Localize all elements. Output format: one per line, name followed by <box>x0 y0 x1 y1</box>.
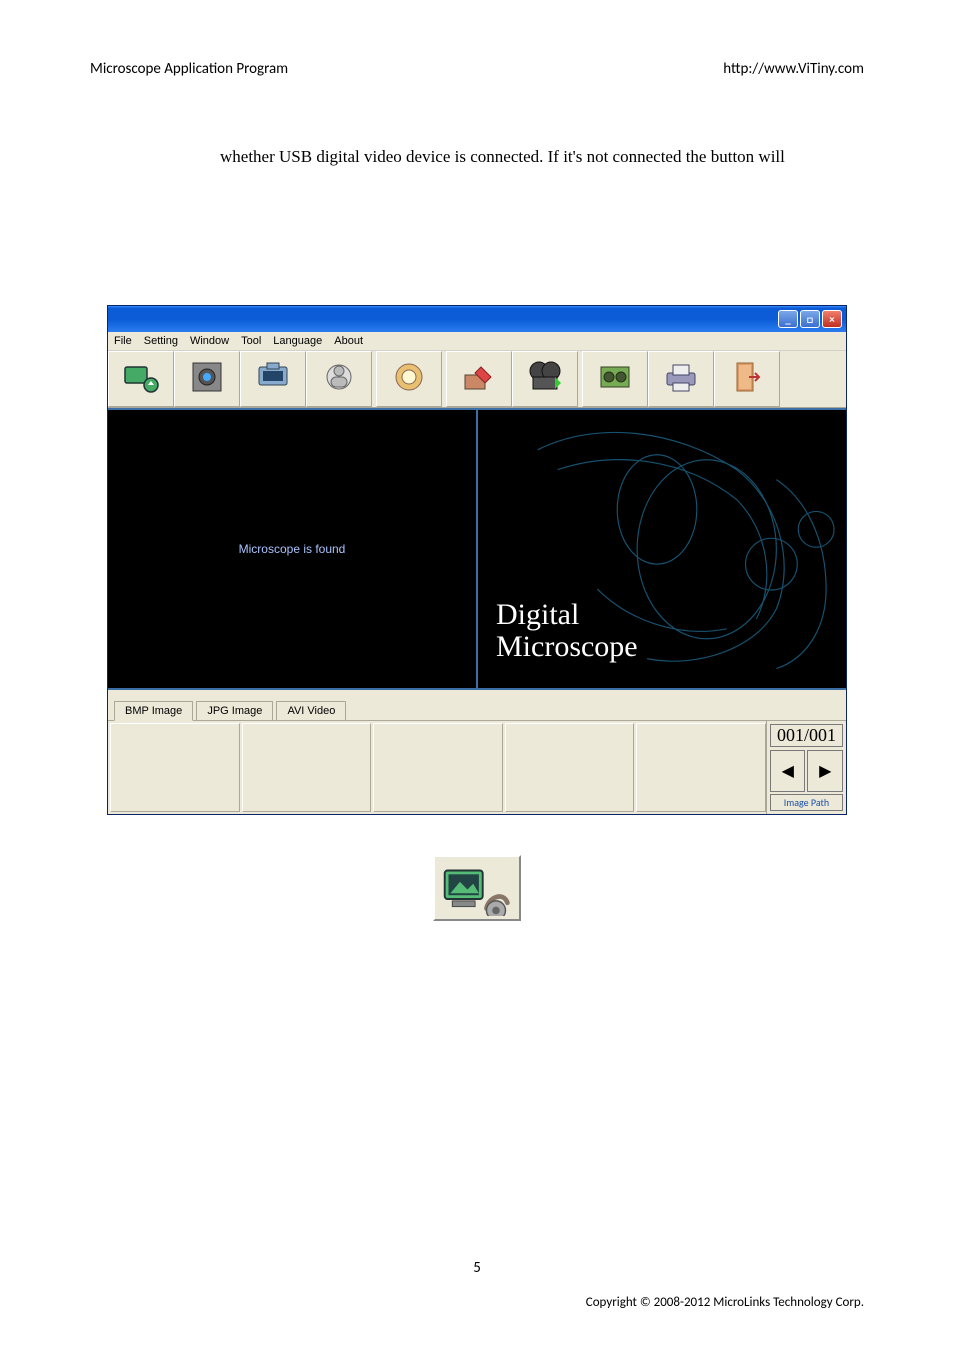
copyright: Copyright © 2008-2012 MicroLinks Technol… <box>0 1295 954 1310</box>
menu-language[interactable]: Language <box>273 335 322 347</box>
video-icon <box>525 357 565 402</box>
tabs-row: BMP Image JPG Image AVI Video <box>108 690 846 720</box>
left-preview: Microscope is found <box>108 410 478 688</box>
inline-icon-figure <box>90 855 864 921</box>
thumb-slot[interactable] <box>636 723 766 812</box>
thumb-slot[interactable] <box>373 723 503 812</box>
edit-icon <box>459 357 499 402</box>
menu-setting[interactable]: Setting <box>144 335 178 347</box>
snapshot-button[interactable] <box>240 351 306 407</box>
edit-button[interactable] <box>446 351 512 407</box>
recorder-button[interactable] <box>582 351 648 407</box>
recorder-icon <box>595 357 635 402</box>
print-icon <box>661 357 701 402</box>
prev-button[interactable]: ◀ <box>770 750 806 792</box>
titlebar: _ □ × <box>108 306 846 332</box>
preview-area: Microscope is found <box>108 408 846 690</box>
right-preview: Digital Microscope <box>478 410 846 688</box>
device-button[interactable] <box>174 351 240 407</box>
close-button[interactable]: × <box>822 310 842 328</box>
tab-jpg[interactable]: JPG Image <box>196 701 273 720</box>
device-icon <box>187 357 227 402</box>
next-button[interactable]: ▶ <box>807 750 843 792</box>
connect-icon <box>121 357 161 402</box>
thumb-slot[interactable] <box>242 723 372 812</box>
menu-file[interactable]: File <box>114 335 132 347</box>
maximize-button[interactable]: □ <box>800 310 820 328</box>
save-button[interactable] <box>306 351 372 407</box>
status-text: Microscope is found <box>239 542 346 556</box>
page-counter: 001/001 <box>770 724 843 747</box>
tab-avi[interactable]: AVI Video <box>276 701 346 720</box>
doc-header-right: http://www.ViTiny.com <box>723 60 864 78</box>
connect-icon <box>433 855 521 921</box>
menu-tool[interactable]: Tool <box>241 335 261 347</box>
menu-about[interactable]: About <box>334 335 363 347</box>
thumbnail-strip: 001/001 ◀ ▶ Image Path <box>108 720 846 814</box>
minimize-button[interactable]: _ <box>778 310 798 328</box>
body-paragraph: whether USB digital video device is conn… <box>90 138 864 175</box>
print-button[interactable] <box>648 351 714 407</box>
connect-button[interactable] <box>108 351 174 407</box>
thumb-slot[interactable] <box>505 723 635 812</box>
image-path-button[interactable]: Image Path <box>770 794 843 811</box>
open-button[interactable] <box>376 351 442 407</box>
open-icon <box>389 357 429 402</box>
toolbar <box>108 351 846 408</box>
thumb-controls: 001/001 ◀ ▶ Image Path <box>766 721 846 814</box>
snapshot-icon <box>253 357 293 402</box>
app-window: _ □ × File Setting Window Tool Language … <box>107 305 847 815</box>
exit-icon <box>727 357 767 402</box>
menubar: File Setting Window Tool Language About <box>108 332 846 351</box>
menu-window[interactable]: Window <box>190 335 229 347</box>
video-button[interactable] <box>512 351 578 407</box>
doc-header-left: Microscope Application Program <box>90 60 288 78</box>
page-number: 5 <box>0 1259 954 1277</box>
splash-text: Digital Microscope <box>496 599 638 662</box>
thumb-slot[interactable] <box>110 723 240 812</box>
tab-bmp[interactable]: BMP Image <box>114 701 193 721</box>
save-icon <box>319 357 359 402</box>
exit-button[interactable] <box>714 351 780 407</box>
